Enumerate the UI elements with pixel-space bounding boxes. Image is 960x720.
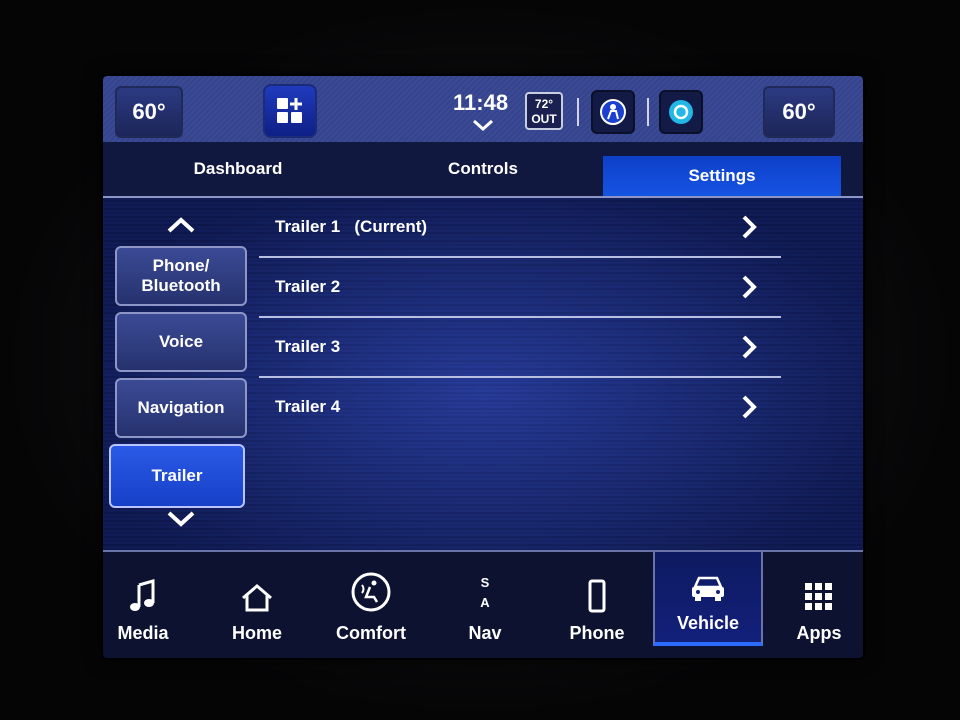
outside-temp-label: OUT	[531, 112, 557, 126]
chevron-down-icon[interactable]	[165, 508, 197, 530]
nav-label: Vehicle	[676, 613, 740, 633]
nav-phone-button[interactable]: Phone	[547, 560, 647, 652]
status-divider	[577, 98, 579, 126]
chevron-right-icon	[742, 215, 757, 239]
compass-icon: S A	[480, 573, 489, 613]
nav-label: Nav	[468, 623, 502, 643]
passenger-temp-button[interactable]: 60°	[763, 86, 835, 138]
outside-temp-value: 72°	[534, 97, 554, 111]
list-item-label: Trailer 4	[275, 397, 341, 416]
music-note-icon	[130, 579, 155, 611]
voice-assistant-button[interactable]	[659, 90, 703, 134]
chevron-right-icon	[742, 335, 757, 359]
sidebar-item-phone-bluetooth[interactable]: Phone/ Bluetooth	[115, 246, 247, 306]
list-item-trailer-3[interactable]: Trailer 3	[259, 318, 781, 378]
chevron-down-icon[interactable]	[471, 118, 495, 132]
compass-bottom-letter: A	[480, 595, 490, 610]
compass-top-letter: S	[480, 575, 490, 590]
app-grid-icon	[805, 583, 832, 610]
status-bar: 60° 11:48 72° OUT 60°	[103, 76, 863, 142]
sidebar-item-navigation[interactable]: Navigation	[115, 378, 247, 438]
sidebar-item-voice[interactable]: Voice	[115, 312, 247, 372]
list-item-label: Trailer 3	[275, 337, 341, 356]
tab-settings[interactable]: Settings	[603, 156, 841, 196]
home-icon	[242, 584, 272, 612]
settings-content: Phone/ Bluetooth Voice Navigation Traile…	[103, 198, 863, 550]
seatbelt-status-button[interactable]	[591, 90, 635, 134]
infotainment-screen: 60° 11:48 72° OUT 60° Dashboard Controls…	[103, 76, 863, 658]
status-divider	[647, 98, 649, 126]
driver-temp-button[interactable]: 60°	[115, 86, 183, 138]
nav-label: Apps	[796, 623, 842, 643]
tab-bar: Dashboard Controls Settings	[103, 142, 863, 198]
phone-icon	[588, 579, 606, 613]
nav-label: Media	[117, 623, 169, 643]
nav-navigation-button[interactable]: S A Nav	[435, 560, 535, 652]
alexa-icon	[669, 100, 693, 124]
list-item-trailer-2[interactable]: Trailer 2	[259, 258, 781, 318]
nav-label: Phone	[569, 623, 625, 643]
list-item-label: Trailer 1 (Current)	[275, 217, 428, 236]
nav-home-button[interactable]: Home	[207, 560, 307, 652]
chevron-right-icon	[742, 395, 757, 419]
nav-label: Comfort	[336, 623, 406, 643]
nav-media-button[interactable]: Media	[103, 560, 193, 652]
app-drawer-button[interactable]	[263, 84, 317, 138]
sidebar-item-trailer[interactable]: Trailer	[109, 444, 245, 508]
sidebar-item-label: Trailer	[151, 466, 203, 485]
tab-controls[interactable]: Controls	[393, 142, 573, 196]
bottom-nav-bar: Media Home Comfort S A Nav Phone Vehicle…	[103, 550, 863, 658]
nav-comfort-button[interactable]: Comfort	[321, 560, 421, 652]
list-item-trailer-1[interactable]: Trailer 1 (Current)	[259, 198, 781, 258]
nav-label: Home	[231, 623, 282, 643]
sidebar-item-label: Navigation	[137, 398, 225, 417]
seatbelt-icon	[600, 99, 626, 125]
chevron-right-icon	[742, 275, 757, 299]
app-grid-plus-icon	[277, 98, 302, 123]
nav-apps-button[interactable]: Apps	[769, 560, 863, 652]
nav-vehicle-button[interactable]: Vehicle	[653, 552, 763, 646]
list-item-trailer-4[interactable]: Trailer 4	[259, 378, 781, 436]
tab-dashboard[interactable]: Dashboard	[143, 142, 333, 196]
sidebar-item-label: Voice	[158, 332, 204, 351]
car-icon	[692, 576, 724, 601]
clock[interactable]: 11:48	[453, 90, 508, 116]
outside-temp-badge: 72° OUT	[525, 92, 563, 130]
trailer-list: Trailer 1 (Current) Trailer 2 Trailer 3 …	[259, 198, 781, 436]
chevron-up-icon[interactable]	[165, 214, 197, 236]
sidebar-item-label: Phone/ Bluetooth	[141, 256, 221, 295]
climate-seat-icon	[351, 572, 391, 612]
list-item-label: Trailer 2	[275, 277, 341, 296]
